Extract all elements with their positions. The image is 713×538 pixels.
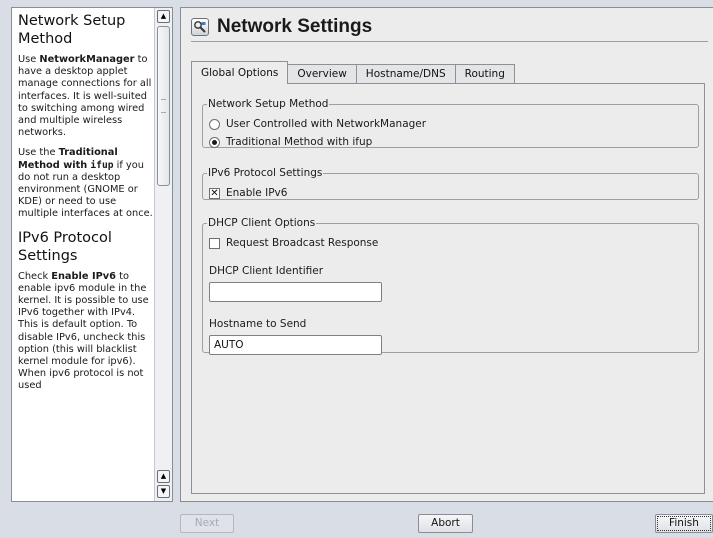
network-setup-method-group: Network Setup Method User Controlled wit… [202,98,699,148]
help-bold-networkmanager: NetworkManager [39,54,135,65]
scroll-down-icon[interactable]: ▼ [157,485,170,498]
tab-overview[interactable]: Overview [287,64,357,84]
hostname-to-send-input[interactable] [209,335,382,355]
enable-ipv6-label: Enable IPv6 [226,187,288,199]
option-user-controlled[interactable]: User Controlled with NetworkManager [209,118,426,130]
network-settings-icon [191,18,209,36]
help-code-ifup: ifup [90,159,114,171]
help-scrollbar[interactable]: ▲ ▲ ▼ [154,8,172,501]
help-paragraph-traditional: Use the Traditional Method with ifup if … [18,147,155,220]
help-text: Network Setup Method Use NetworkManager … [12,8,155,501]
help-heading-ipv6: IPv6 Protocol Settings [18,229,112,264]
option-user-controlled-label: User Controlled with NetworkManager [226,118,427,130]
enable-ipv6-checkbox[interactable]: ✕ [209,187,220,199]
tab-content: Network Setup Method User Controlled wit… [191,83,705,494]
help-bold-enable-ipv6: Enable IPv6 [51,270,116,282]
tab-global-options[interactable]: Global Options [191,61,289,84]
next-button[interactable]: Next [180,514,234,533]
help-paragraph-networkmanager: Use NetworkManager to have a desktop app… [18,54,155,139]
tab-hostname-dns[interactable]: Hostname/DNS [355,64,456,84]
tab-bar: Global Options Overview Hostname/DNS Rou… [191,61,515,84]
help-text-span: Check [18,270,52,282]
help-pane[interactable]: Network Setup Method Use NetworkManager … [11,7,173,502]
network-setup-method-legend: Network Setup Method [208,98,329,110]
help-heading-setup-method: Network Setup Method [18,13,126,47]
title-row: Network Settings [191,14,372,40]
dhcp-client-options-legend: DHCP Client Options [208,217,316,229]
tab-routing[interactable]: Routing [454,64,515,84]
ipv6-settings-group: IPv6 Protocol Settings ✕ Enable IPv6 [202,167,699,200]
help-text-span: to have a desktop applet manage connecti… [18,54,152,139]
help-paragraph-ipv6: Check Enable IPv6 to enable ipv6 module … [18,271,155,393]
dhcp-client-identifier-input[interactable] [209,282,382,302]
dhcp-client-options-group: DHCP Client Options Request Broadcast Re… [202,217,699,355]
radio-user-controlled[interactable] [209,118,220,130]
scroll-up-icon-lower[interactable]: ▲ [157,470,170,483]
main-panel: Network Settings Global Options Overview… [180,7,713,502]
dhcp-client-identifier-label: DHCP Client Identifier [209,265,324,277]
request-broadcast-checkbox-row[interactable]: Request Broadcast Response [209,237,378,249]
help-text-span: Use the [18,147,59,159]
ipv6-settings-legend: IPv6 Protocol Settings [208,167,323,179]
help-text-span: to enable ipv6 module in the kernel. It … [18,270,149,392]
title-divider [191,41,708,42]
request-broadcast-checkbox[interactable] [209,237,220,249]
request-broadcast-label: Request Broadcast Response [226,237,379,249]
abort-button[interactable]: Abort [418,514,473,533]
radio-traditional[interactable] [209,136,220,148]
option-traditional[interactable]: Traditional Method with ifup [209,136,372,148]
option-traditional-label: Traditional Method with ifup [226,136,373,148]
page-title: Network Settings [217,16,373,37]
help-text-span: Use [18,54,40,65]
hostname-to-send-label: Hostname to Send [209,318,307,330]
enable-ipv6-checkbox-row[interactable]: ✕ Enable IPv6 [209,187,287,199]
finish-button[interactable]: Finish [655,514,713,533]
scroll-up-icon[interactable]: ▲ [157,10,170,23]
scrollbar-thumb[interactable] [157,26,170,186]
